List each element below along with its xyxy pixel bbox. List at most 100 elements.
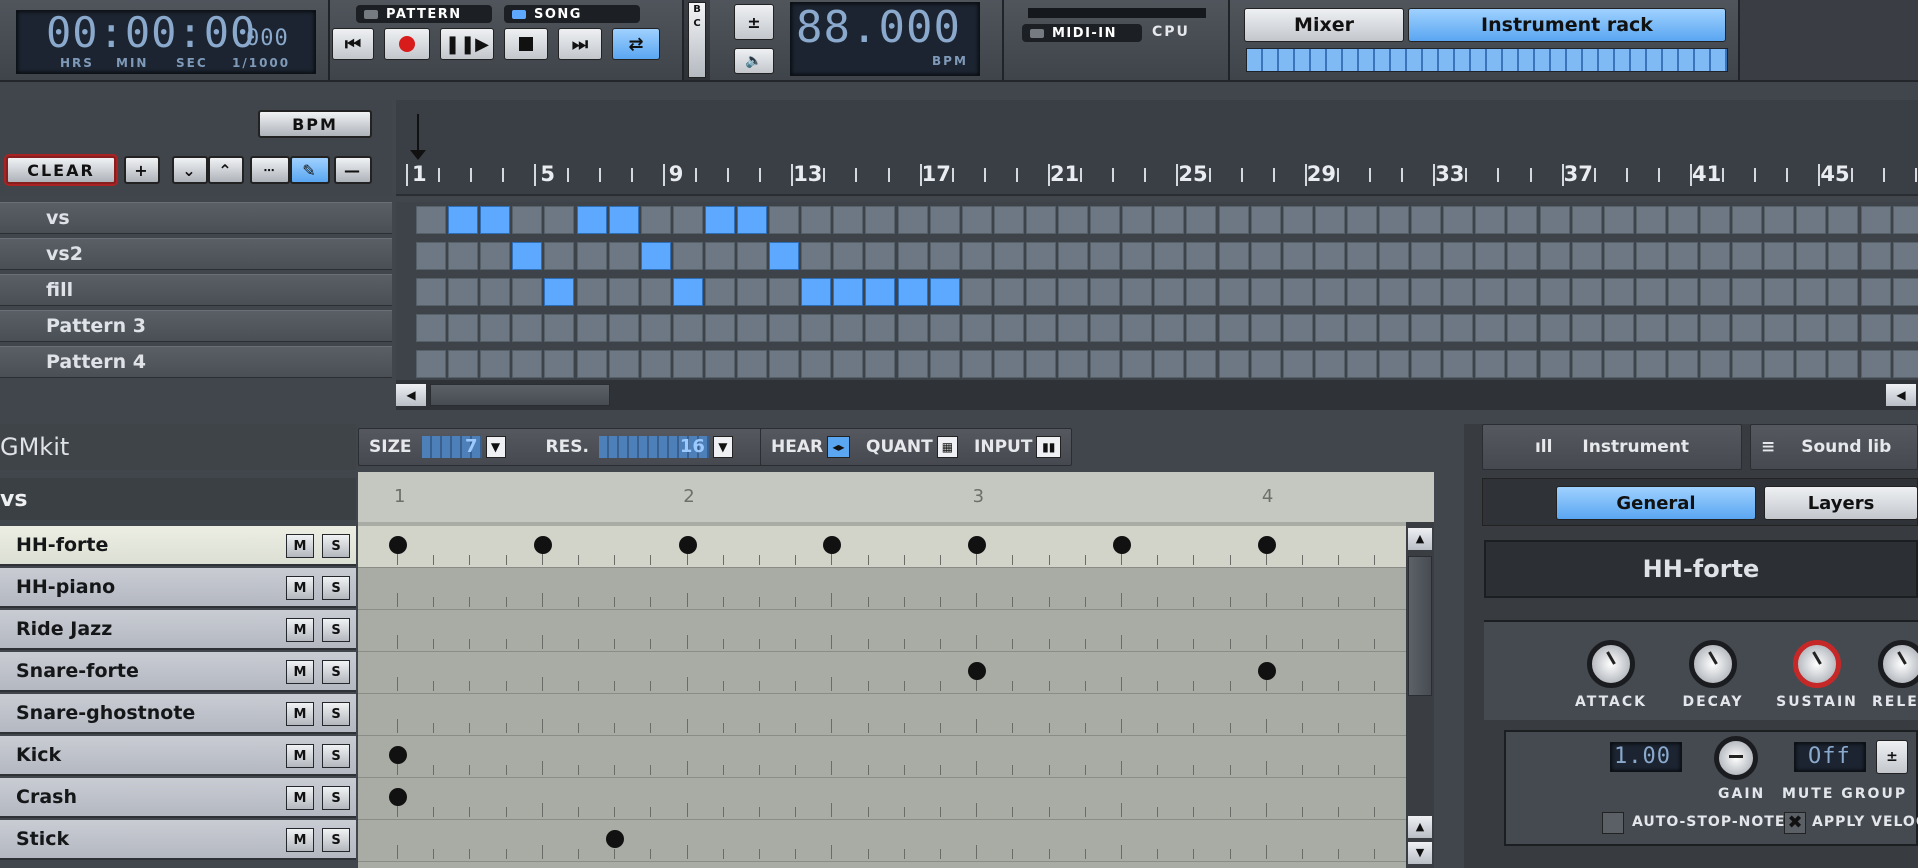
song-grid-cell[interactable] <box>1154 206 1185 234</box>
solo-button[interactable]: S <box>322 744 350 768</box>
song-grid-cell[interactable] <box>1667 206 1698 234</box>
song-grid-cell[interactable] <box>1635 278 1666 306</box>
song-grid-cell[interactable] <box>704 206 735 234</box>
song-grid-cell[interactable] <box>480 206 511 234</box>
instrument-row[interactable]: Snare-forte M S <box>0 652 356 692</box>
song-grid-cell[interactable] <box>1282 242 1313 270</box>
song-grid-cell[interactable] <box>865 314 896 342</box>
solo-button[interactable]: S <box>322 534 350 558</box>
song-grid-cell[interactable] <box>737 242 767 270</box>
song-grid-cell[interactable] <box>672 314 703 342</box>
song-grid-cell[interactable] <box>1443 314 1474 342</box>
song-grid-cell[interactable] <box>1282 314 1313 342</box>
note-hit[interactable] <box>606 830 625 848</box>
mixer-button[interactable]: Mixer <box>1244 8 1404 42</box>
song-grid-cell[interactable] <box>1475 314 1506 342</box>
move-down-button[interactable]: ⌄ <box>172 156 208 184</box>
song-grid-cell[interactable] <box>640 242 671 270</box>
song-grid-cell[interactable] <box>1828 278 1859 306</box>
scroll-down-button[interactable]: ▼ <box>1408 842 1432 864</box>
song-grid-cell[interactable] <box>608 242 639 270</box>
song-grid-cell[interactable] <box>1603 350 1634 378</box>
song-grid-cell[interactable] <box>704 314 735 342</box>
song-grid-cell[interactable] <box>1314 350 1345 378</box>
note-hit[interactable] <box>389 536 407 554</box>
solo-button[interactable]: S <box>322 828 350 852</box>
song-grid-cell[interactable] <box>737 278 767 306</box>
song-grid-cell[interactable] <box>448 242 479 270</box>
song-grid-cell[interactable] <box>1764 206 1795 234</box>
song-grid-cell[interactable] <box>1250 242 1281 270</box>
song-grid-cell[interactable] <box>608 314 639 342</box>
song-grid-cell[interactable] <box>961 206 992 234</box>
quant-toggle-icon[interactable]: ▦ <box>936 436 959 458</box>
song-grid-cell[interactable] <box>1186 242 1217 270</box>
song-grid-cell[interactable] <box>672 206 703 234</box>
song-grid-cell[interactable] <box>1828 314 1859 342</box>
mute-button[interactable]: M <box>286 744 314 768</box>
scroll-left-button-right[interactable]: ◀ <box>1886 384 1916 406</box>
song-grid-cell[interactable] <box>1764 350 1795 378</box>
song-grid-cell[interactable] <box>448 350 479 378</box>
pattern-row[interactable] <box>358 736 1406 778</box>
solo-button[interactable]: S <box>322 786 350 810</box>
pattern-ruler[interactable]: 1 2 3 4 <box>358 472 1434 522</box>
fast-forward-button[interactable]: ⏭ <box>558 28 602 60</box>
instrument-row[interactable]: Stick M S <box>0 820 356 860</box>
song-grid-cell[interactable] <box>480 350 511 378</box>
add-pattern-button[interactable]: + <box>124 156 160 184</box>
song-grid-cell[interactable] <box>1250 278 1281 306</box>
instrument-row[interactable]: Snare-ghostnote M S <box>0 694 356 734</box>
song-grid-cell[interactable] <box>1090 206 1121 234</box>
song-grid-cell[interactable] <box>1475 278 1506 306</box>
song-grid-cell[interactable] <box>1443 350 1474 378</box>
song-grid-cell[interactable] <box>1507 206 1538 234</box>
song-grid-cell[interactable] <box>897 242 928 270</box>
song-grid-cell[interactable] <box>1732 242 1763 270</box>
decay-knob[interactable]: DECAY <box>1668 640 1758 710</box>
song-grid-cell[interactable] <box>672 350 703 378</box>
song-grid-cell[interactable] <box>1475 242 1506 270</box>
instrument-row[interactable]: HH-piano M S <box>0 568 356 608</box>
song-grid-cell[interactable] <box>1507 278 1538 306</box>
layers-tab[interactable]: Layers <box>1764 486 1918 520</box>
song-grid-cell[interactable] <box>544 314 575 342</box>
song-grid-cell[interactable] <box>1732 206 1763 234</box>
song-grid-cell[interactable] <box>1379 206 1409 234</box>
song-grid-cell[interactable] <box>416 350 446 378</box>
song-grid-cell[interactable] <box>512 314 543 342</box>
song-grid-cell[interactable] <box>1058 206 1088 234</box>
song-grid[interactable] <box>396 202 1918 380</box>
song-grid-cell[interactable] <box>480 278 511 306</box>
song-grid-cell[interactable] <box>640 278 671 306</box>
song-grid-cell[interactable] <box>1571 242 1602 270</box>
release-knob-dial[interactable] <box>1878 640 1918 688</box>
release-knob[interactable]: RELE <box>1872 640 1918 710</box>
song-grid-cell[interactable] <box>897 206 928 234</box>
song-grid-cell[interactable] <box>1154 350 1185 378</box>
song-grid-cell[interactable] <box>1314 278 1345 306</box>
song-grid-cell[interactable] <box>1443 206 1474 234</box>
scroll-up-button-lower[interactable]: ▲ <box>1408 816 1432 838</box>
song-grid-cell[interactable] <box>1346 314 1377 342</box>
instrument-row[interactable]: Crash M S <box>0 778 356 818</box>
song-grid-cell[interactable] <box>1218 314 1249 342</box>
song-grid-cell[interactable] <box>1732 314 1763 342</box>
song-grid-cell[interactable] <box>544 350 575 378</box>
song-grid-cell[interactable] <box>448 206 479 234</box>
song-grid-cell[interactable] <box>1539 206 1570 234</box>
size-input[interactable]: 7 <box>421 436 482 458</box>
song-grid-cell[interactable] <box>1218 278 1249 306</box>
select-mode-button[interactable]: ⋯ <box>250 156 290 184</box>
instrument-row[interactable]: Kick M S <box>0 736 356 776</box>
pattern-row[interactable] <box>358 778 1406 820</box>
song-grid-cell[interactable] <box>1443 278 1474 306</box>
speaker-button[interactable]: 🔈 <box>734 48 774 74</box>
song-grid-cell[interactable] <box>1892 278 1918 306</box>
song-grid-cell[interactable] <box>769 206 800 234</box>
song-grid-cell[interactable] <box>608 278 639 306</box>
loop-button[interactable]: ⇄ <box>612 28 660 60</box>
song-grid-cell[interactable] <box>448 314 479 342</box>
song-grid-cell[interactable] <box>544 206 575 234</box>
song-grid-cell[interactable] <box>1122 314 1153 342</box>
